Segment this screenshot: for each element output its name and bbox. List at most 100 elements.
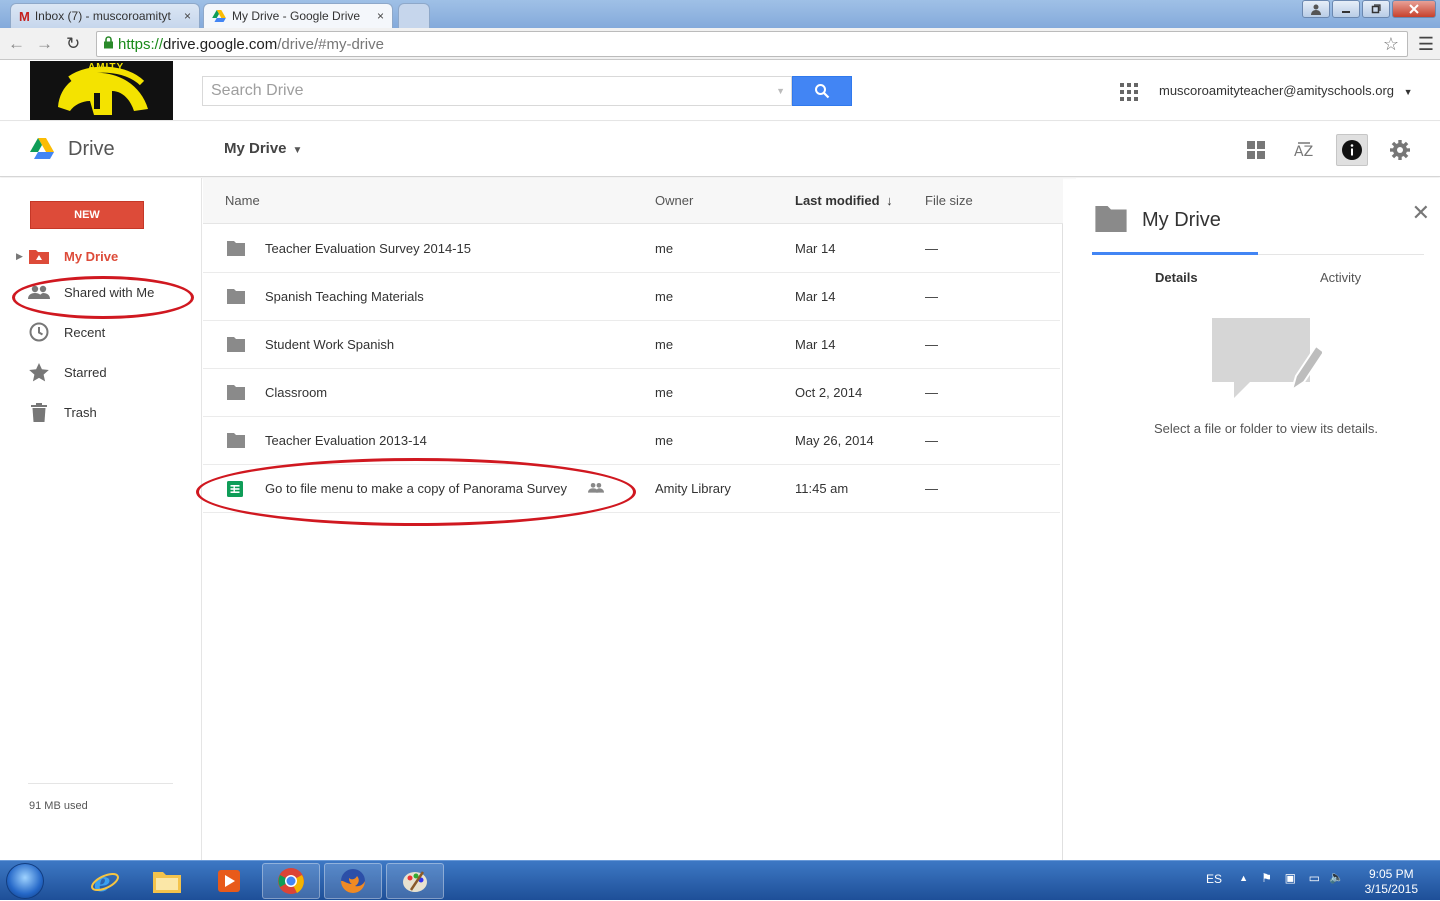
forward-icon[interactable]: → (36, 34, 53, 54)
tab-my-drive-close-icon[interactable]: × (377, 9, 384, 23)
table-row[interactable]: Teacher Evaluation Survey 2014-15 me Mar… (203, 225, 1060, 273)
info-icon (1342, 140, 1362, 160)
url-host: drive.google.com (163, 35, 278, 53)
search-icon (815, 84, 830, 99)
taskbar-ie-icon[interactable]: e (76, 863, 134, 899)
close-window-button[interactable] (1392, 0, 1436, 18)
chevron-down-icon: ▼ (1403, 87, 1413, 97)
taskbar-explorer-icon[interactable] (138, 863, 196, 899)
details-title: My Drive (1142, 209, 1221, 231)
logo-text: AMITY (88, 62, 125, 73)
active-tab-indicator (1092, 252, 1258, 255)
tab-details[interactable]: Details (1155, 270, 1198, 285)
expand-arrow-icon[interactable]: ▶ (16, 251, 23, 262)
taskbar-clock[interactable]: 9:05 PM 3/15/2015 (1365, 867, 1418, 897)
search-input[interactable]: Search Drive ▼ (202, 76, 792, 106)
account-email: muscoroamityteacher@amityschools.org (1159, 83, 1395, 98)
column-file-size[interactable]: File size (925, 193, 973, 208)
breadcrumb-my-drive[interactable]: My Drive ▼ (224, 140, 302, 157)
sidebar-item-starred[interactable]: Starred (0, 357, 202, 387)
table-row[interactable]: Spanish Teaching Materials me Mar 14 — (203, 273, 1060, 321)
volume-icon[interactable]: 🔈 (1329, 870, 1344, 884)
svg-text:AZ: AZ (1294, 144, 1313, 159)
column-last-modified[interactable]: Last modified ↓ (795, 193, 893, 208)
file-name: Teacher Evaluation Survey 2014-15 (265, 241, 471, 256)
folder-icon (227, 337, 245, 352)
restore-button[interactable] (1362, 0, 1390, 18)
taskbar-media-player-icon[interactable] (200, 863, 258, 899)
drive-favicon-icon (212, 10, 226, 22)
taskbar-paint-icon[interactable] (386, 863, 444, 899)
taskbar-chrome-icon[interactable] (262, 863, 320, 899)
file-modified: Oct 2, 2014 (795, 385, 863, 400)
column-name[interactable]: Name (225, 193, 260, 208)
chrome-menu-icon[interactable]: ☰ (1418, 34, 1434, 55)
annotation-ellipse-file (196, 458, 636, 526)
clock-date: 3/15/2015 (1364, 882, 1418, 896)
gear-icon (1390, 140, 1410, 160)
tab-inbox[interactable]: M Inbox (7) - muscoroamityt × (10, 3, 200, 28)
network-icon[interactable]: ▭ (1309, 871, 1320, 885)
search-options-icon[interactable]: ▼ (776, 86, 785, 96)
browser-tab-bar: M Inbox (7) - muscoroamityt × My Drive -… (0, 0, 1440, 28)
column-owner[interactable]: Owner (655, 193, 693, 208)
clock-icon (28, 322, 50, 342)
clock-time: 9:05 PM (1368, 867, 1414, 881)
file-owner: me (655, 241, 674, 256)
details-toggle-button[interactable] (1336, 134, 1368, 166)
drive-header: AMITY Search Drive ▼ muscoroamityteacher… (0, 61, 1440, 121)
minimize-button[interactable] (1332, 0, 1360, 18)
table-row[interactable]: Teacher Evaluation 2013-14 me May 26, 20… (203, 417, 1060, 465)
url-input[interactable]: https://drive.google.com/drive/#my-drive… (96, 31, 1408, 57)
sidebar-item-my-drive[interactable]: ▶ My Drive (0, 241, 202, 271)
window-controls (1302, 0, 1436, 18)
windows-start-icon[interactable] (6, 863, 44, 899)
url-scheme: https:// (118, 35, 164, 53)
sidebar-item-recent[interactable]: Recent (0, 317, 202, 347)
drive-logo-icon[interactable] (30, 138, 54, 159)
details-panel: My Drive ✕ Details Activity Select a fil… (1076, 178, 1440, 860)
taskbar-firefox-icon[interactable] (324, 863, 382, 899)
annotation-ellipse-shared (12, 276, 194, 319)
close-icon[interactable]: ✕ (1412, 200, 1430, 226)
device-icon[interactable]: ▣ (1285, 871, 1296, 885)
file-owner: me (655, 337, 674, 352)
file-modified: May 26, 2014 (795, 433, 874, 448)
user-icon[interactable] (1302, 0, 1330, 18)
file-owner: Amity Library (655, 481, 731, 496)
tab-my-drive-label: My Drive - Google Drive (232, 9, 361, 23)
sort-button[interactable]: AZ (1288, 134, 1320, 166)
file-owner: me (655, 433, 674, 448)
sidebar-item-label: Starred (64, 364, 107, 380)
flag-icon[interactable]: ⚑ (1261, 871, 1272, 885)
back-icon[interactable]: ← (8, 34, 25, 54)
search-button[interactable] (792, 76, 852, 106)
table-row[interactable]: Classroom me Oct 2, 2014 — (203, 369, 1060, 417)
tab-my-drive[interactable]: My Drive - Google Drive × (203, 3, 393, 28)
storage-usage[interactable]: 91 MB used (29, 800, 88, 812)
file-size: — (925, 241, 938, 256)
folder-icon (227, 385, 245, 400)
apps-grid-icon[interactable] (1120, 83, 1138, 106)
folder-icon (1095, 206, 1127, 232)
grid-view-button[interactable] (1240, 134, 1272, 166)
school-logo[interactable]: AMITY (30, 61, 173, 120)
bookmark-star-icon[interactable]: ☆ (1383, 34, 1399, 55)
language-indicator[interactable]: ES (1206, 872, 1222, 886)
file-size: — (925, 337, 938, 352)
tab-activity[interactable]: Activity (1320, 270, 1361, 285)
tab-inbox-close-icon[interactable]: × (184, 9, 191, 23)
details-empty-message: Select a file or folder to view its deta… (1154, 421, 1378, 436)
search-placeholder: Search Drive (211, 82, 304, 99)
account-menu[interactable]: muscoroamityteacher@amityschools.org ▼ (1159, 83, 1413, 98)
reload-icon[interactable]: ↻ (66, 34, 80, 54)
file-name: Classroom (265, 385, 328, 400)
column-last-modified-label: Last modified (795, 193, 880, 208)
show-hidden-icons-icon[interactable]: ▲ (1239, 873, 1248, 883)
sidebar-item-trash[interactable]: Trash (0, 397, 202, 427)
settings-button[interactable] (1384, 134, 1416, 166)
new-button[interactable]: NEW (30, 201, 144, 229)
table-row[interactable]: Student Work Spanish me Mar 14 — (203, 321, 1060, 369)
new-tab-button[interactable] (398, 3, 430, 28)
drive-app-name[interactable]: Drive (68, 138, 115, 161)
